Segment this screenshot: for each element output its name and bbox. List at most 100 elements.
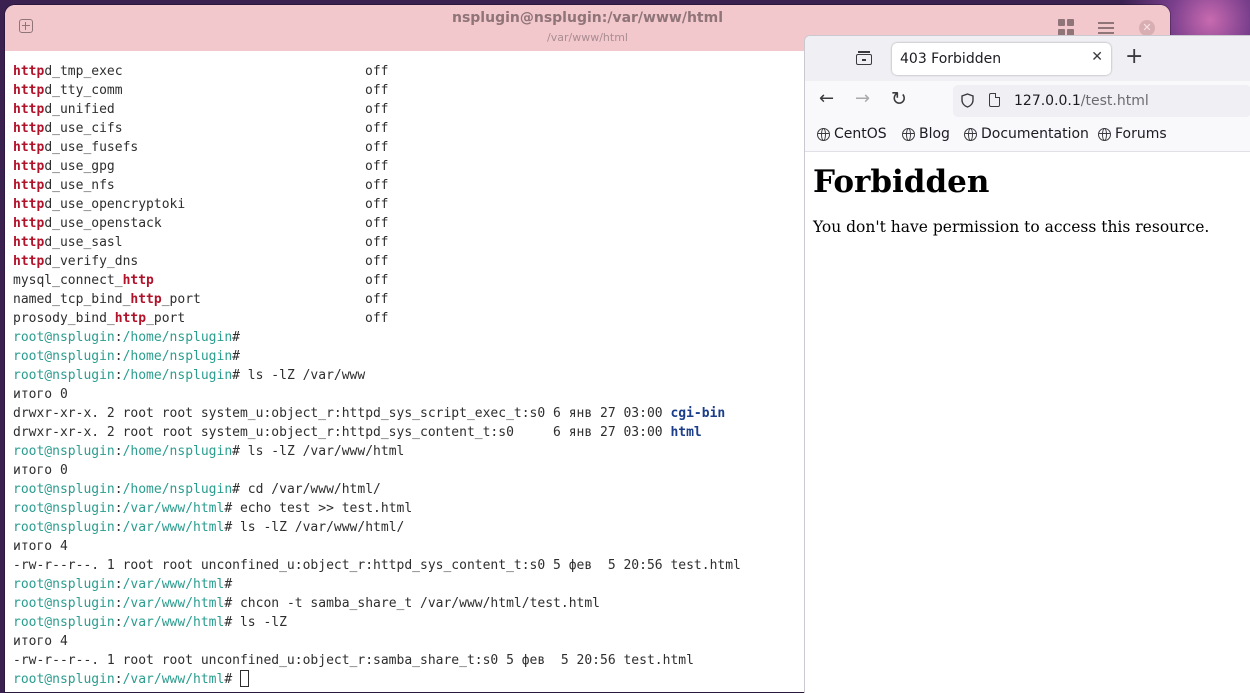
reload-icon[interactable]: ↻ bbox=[891, 89, 907, 109]
prompt-colon: : bbox=[114, 672, 123, 687]
command-text: ls -lZ /var/www/html bbox=[239, 444, 405, 459]
url-text[interactable]: 127.0.0.1/test.html bbox=[1014, 93, 1149, 109]
close-icon[interactable]: ✕ bbox=[1139, 20, 1155, 36]
prompt-colon: : bbox=[114, 368, 123, 383]
terminal-output[interactable]: httpd_tmp_exec off httpd_tty_comm off httpd_… bbox=[13, 62, 741, 689]
setting-name: httpd_use_cifs bbox=[13, 119, 365, 138]
setting-value: off bbox=[365, 254, 389, 269]
setting-name: named_tcp_bind_http_port bbox=[13, 290, 365, 309]
output-text: итого 4 bbox=[13, 539, 68, 554]
bookmark-documentation[interactable]: Documentation bbox=[964, 126, 1089, 142]
shield-icon[interactable] bbox=[961, 93, 974, 108]
globe-icon bbox=[1098, 127, 1111, 141]
terminal-line: root@nsplugin:/home/nsplugin# bbox=[13, 328, 741, 347]
tab-title: 403 Forbidden bbox=[900, 51, 1002, 67]
prompt-path: /var/www/html bbox=[122, 615, 225, 630]
command-text: ls -lZ bbox=[232, 615, 287, 630]
setting-row: httpd_use_nfs off bbox=[13, 176, 741, 195]
command-text: chcon -t samba_share_t /var/www/html/tes… bbox=[232, 596, 601, 611]
url-bar[interactable]: 127.0.0.1/test.html bbox=[953, 85, 1250, 117]
prompt-user: root@nsplugin bbox=[13, 349, 115, 364]
setting-name-highlight: http bbox=[114, 311, 147, 326]
prompt-user: root@nsplugin bbox=[13, 596, 115, 611]
setting-name: httpd_use_sasl bbox=[13, 233, 365, 252]
setting-value: off bbox=[365, 159, 389, 174]
setting-row: httpd_use_openstack off bbox=[13, 214, 741, 233]
command-text: echo test >> test.html bbox=[232, 501, 413, 516]
command-text: ls -lZ /var/www/html/ bbox=[232, 520, 405, 535]
terminal-line: итого 4 bbox=[13, 537, 741, 556]
prompt-path: /var/www/html bbox=[122, 596, 225, 611]
setting-name: httpd_tmp_exec bbox=[13, 62, 365, 81]
browser-window[interactable]: 403 Forbidden ✕ + ← → ↻ 127.0.0.1/test.h… bbox=[804, 35, 1250, 693]
prompt-path: /home/nsplugin bbox=[122, 482, 233, 497]
bookmark-blog[interactable]: Blog bbox=[902, 126, 950, 142]
setting-row: named_tcp_bind_http_port off bbox=[13, 290, 741, 309]
prompt-hash: # bbox=[224, 577, 233, 592]
new-tab-button[interactable]: + bbox=[1125, 45, 1143, 69]
prompt-user: root@nsplugin bbox=[13, 615, 115, 630]
bookmark-centos[interactable]: CentOS bbox=[817, 126, 887, 142]
bookmark-forums[interactable]: Forums bbox=[1098, 126, 1167, 142]
listing-text: drwxr-xr-x. 2 root root system_u:object_… bbox=[13, 425, 671, 440]
setting-value: off bbox=[365, 273, 389, 288]
directory-name: cgi-bin bbox=[670, 406, 726, 421]
setting-name-highlight: http bbox=[13, 140, 45, 155]
back-arrow-icon[interactable]: ← bbox=[819, 89, 834, 109]
setting-row: httpd_use_cifs off bbox=[13, 119, 741, 138]
setting-value: off bbox=[365, 216, 389, 231]
terminal-line: root@nsplugin:/var/www/html# bbox=[13, 575, 741, 594]
setting-row: httpd_tmp_exec off bbox=[13, 62, 741, 81]
setting-name-post: d_use_sasl bbox=[44, 235, 123, 250]
setting-name: httpd_tty_comm bbox=[13, 81, 365, 100]
setting-row: httpd_use_gpg off bbox=[13, 157, 741, 176]
prompt-hash: # bbox=[232, 368, 240, 383]
page-content: Forbidden You don't have permission to a… bbox=[805, 164, 1250, 236]
prompt-hash: # bbox=[232, 349, 240, 364]
prompt-user: root@nsplugin bbox=[13, 330, 115, 345]
setting-name-post: d_use_cifs bbox=[44, 121, 123, 136]
prompt-colon: : bbox=[114, 444, 123, 459]
setting-name: httpd_use_opencryptoki bbox=[13, 195, 365, 214]
prompt-path: /var/www/html bbox=[122, 501, 225, 516]
setting-row: httpd_verify_dns off bbox=[13, 252, 741, 271]
setting-name-post: d_use_fusefs bbox=[44, 140, 139, 155]
prompt-hash: # bbox=[232, 482, 240, 497]
setting-row: mysql_connect_http off bbox=[13, 271, 741, 290]
tab-close-icon[interactable]: ✕ bbox=[1091, 49, 1103, 65]
setting-value: off bbox=[365, 311, 389, 326]
terminal-line: root@nsplugin:/var/www/html# chcon -t sa… bbox=[13, 594, 741, 613]
terminal-line: -rw-r--r--. 1 root root unconfined_u:obj… bbox=[13, 556, 741, 575]
prompt-user: root@nsplugin bbox=[13, 444, 115, 459]
setting-name-pre: mysql_connect_ bbox=[13, 273, 123, 288]
terminal-line: root@nsplugin:/var/www/html# bbox=[13, 670, 741, 689]
terminal-line: drwxr-xr-x. 2 root root system_u:object_… bbox=[13, 404, 741, 423]
setting-value: off bbox=[365, 178, 389, 193]
nav-bar: ← → ↻ 127.0.0.1/test.html bbox=[805, 81, 1250, 121]
setting-value: off bbox=[365, 83, 389, 98]
prompt-path: /var/www/html bbox=[122, 672, 225, 687]
prompt-colon: : bbox=[114, 520, 123, 535]
tab-active[interactable]: 403 Forbidden ✕ bbox=[892, 43, 1111, 75]
setting-name-highlight: http bbox=[13, 64, 45, 79]
setting-name: httpd_use_fusefs bbox=[13, 138, 365, 157]
prompt-user: root@nsplugin bbox=[13, 368, 115, 383]
directory-name: html bbox=[670, 425, 702, 440]
setting-name-post: d_use_gpg bbox=[44, 159, 115, 174]
command-text bbox=[232, 672, 240, 687]
terminal-cursor[interactable] bbox=[239, 670, 249, 687]
setting-value: off bbox=[365, 121, 389, 136]
prompt-colon: : bbox=[114, 615, 123, 630]
setting-name-post: _port bbox=[161, 292, 201, 307]
tab-list-icon[interactable] bbox=[856, 51, 872, 65]
prompt-hash: # bbox=[232, 330, 240, 345]
forward-arrow-icon[interactable]: → bbox=[855, 89, 870, 109]
terminal-line: root@nsplugin:/var/www/html# ls -lZ bbox=[13, 613, 741, 632]
setting-name-highlight: http bbox=[13, 159, 45, 174]
command-text: cd /var/www/html/ bbox=[239, 482, 381, 497]
setting-name-post: d_tty_comm bbox=[44, 83, 123, 98]
prompt-hash: # bbox=[224, 501, 233, 516]
prompt-hash: # bbox=[232, 444, 240, 459]
setting-name-highlight: http bbox=[13, 178, 45, 193]
terminal-line: root@nsplugin:/home/nsplugin# ls -lZ /va… bbox=[13, 366, 741, 385]
